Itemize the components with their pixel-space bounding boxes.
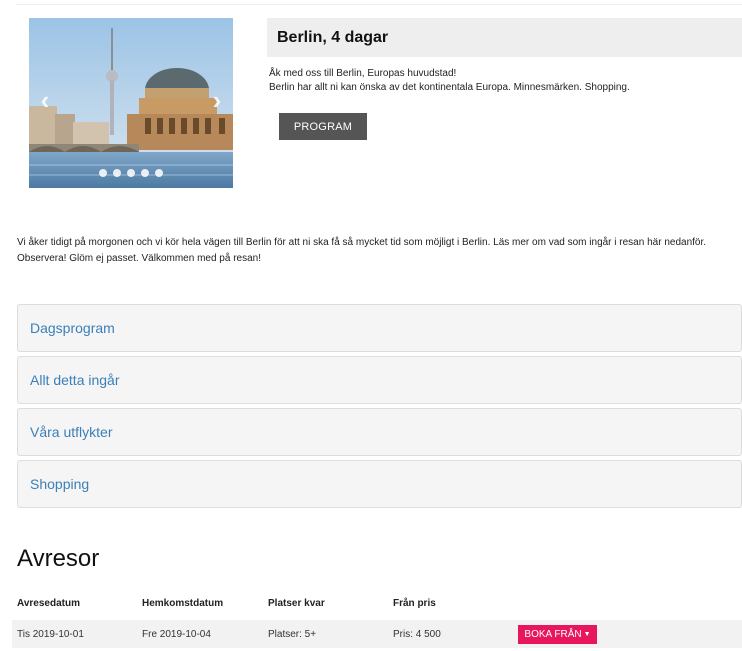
carousel-dot[interactable] <box>155 169 163 177</box>
berlin-photo <box>29 18 233 188</box>
seats-left: Platser: 5+ <box>268 629 317 640</box>
tour-title: Berlin, 4 dagar <box>277 28 389 46</box>
departure-date: Tis 2019-10-01 <box>17 629 84 640</box>
column-header-seats: Platser kvar <box>268 598 325 609</box>
intro-line: Åk med oss till Berlin, Europas huvudsta… <box>269 68 457 79</box>
carousel-indicators <box>29 169 233 177</box>
image-carousel[interactable]: ‹ › <box>29 18 233 188</box>
accordion-label: Våra utflykter <box>30 424 113 440</box>
carousel-dot[interactable] <box>99 169 107 177</box>
tour-description: Vi åker tidigt på morgonen och vi kör he… <box>17 237 707 264</box>
program-button[interactable]: PROGRAM <box>279 113 367 140</box>
book-from-button[interactable]: BOKA FRÅN ▼ <box>518 625 597 644</box>
carousel-prev-chevron-left-icon[interactable]: ‹ <box>35 87 55 113</box>
intro-line: Berlin har allt ni kan önska av det kont… <box>269 82 630 93</box>
column-header-return: Hemkomstdatum <box>142 598 224 609</box>
carousel-dot[interactable] <box>141 169 149 177</box>
accordion-vara-utflykter[interactable]: Våra utflykter <box>17 408 742 456</box>
column-header-price: Från pris <box>393 598 436 609</box>
tour-intro: Åk med oss till Berlin, Europas huvudsta… <box>269 67 630 95</box>
departures-title: Avresor <box>17 545 100 572</box>
accordion-label: Allt detta ingår <box>30 372 120 388</box>
table-row <box>12 620 742 648</box>
carousel-dot[interactable] <box>113 169 121 177</box>
column-header-departure: Avresedatum <box>17 598 80 609</box>
book-button-label: BOKA FRÅN <box>524 629 582 640</box>
carousel-dot[interactable] <box>127 169 135 177</box>
accordion-label: Dagsprogram <box>30 320 115 336</box>
accordion-label: Shopping <box>30 476 90 492</box>
return-date: Fre 2019-10-04 <box>142 629 211 640</box>
carousel-next-chevron-right-icon[interactable]: › <box>207 87 227 113</box>
accordion-dagsprogram[interactable]: Dagsprogram <box>17 304 742 352</box>
tour-title-bar: Berlin, 4 dagar <box>267 18 742 57</box>
accordion-allt-detta-ingar[interactable]: Allt detta ingår <box>17 356 742 404</box>
caret-down-icon: ▼ <box>583 631 591 638</box>
top-divider <box>16 4 742 5</box>
price: Pris: 4 500 <box>393 629 441 640</box>
accordion-shopping[interactable]: Shopping <box>17 460 742 508</box>
